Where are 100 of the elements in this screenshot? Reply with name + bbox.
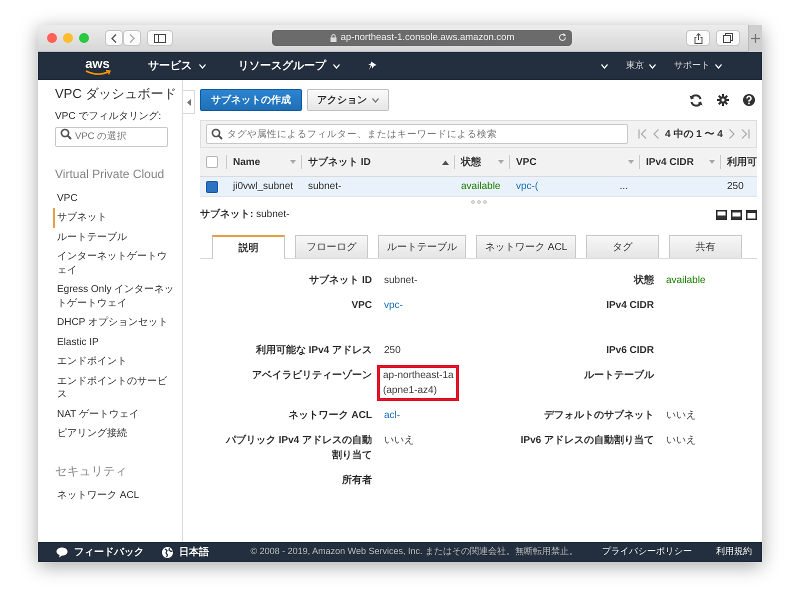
- logo[interactable]: aws: [80, 56, 115, 76]
- forward-icon: [129, 34, 135, 42]
- url-text: ap-northeast-1.console.aws.amazon.com: [340, 30, 514, 45]
- sidebar-item[interactable]: エンドポイント: [53, 352, 182, 372]
- field-value: いいえ: [666, 434, 697, 448]
- field-label: IPv6 CIDR: [605, 344, 654, 358]
- settings-icon[interactable]: [717, 94, 729, 106]
- sidebar-item[interactable]: ピアリング接続: [53, 424, 182, 444]
- address-bar[interactable]: ap-northeast-1.console.aws.amazon.com: [272, 30, 572, 46]
- sidebar-item[interactable]: Elastic IP: [53, 332, 182, 352]
- field-link[interactable]: vpc-: [384, 298, 472, 313]
- field-value: いいえ: [666, 409, 697, 423]
- field-value: available: [666, 274, 706, 288]
- field-label: 利用可能な IPv4 アドレス: [254, 344, 372, 358]
- field-label: 状態: [632, 274, 654, 288]
- field-label: パブリック IPv4 アドレスの自動割り当て: [224, 434, 372, 463]
- field-value: (apne1-az4): [383, 384, 438, 398]
- table-cell-text: ji0vwl_subnet: [233, 180, 294, 194]
- actions-button[interactable]: アクション: [307, 89, 389, 111]
- back-icon: [111, 34, 117, 42]
- caret-icon: [199, 64, 206, 68]
- nav-menu[interactable]: 東京: [626, 59, 656, 73]
- help-icon[interactable]: [743, 94, 755, 106]
- account-menu[interactable]: [601, 64, 608, 68]
- field-value: subnet-: [384, 274, 418, 288]
- column-header[interactable]: 利用可: [721, 148, 757, 176]
- field-label: デフォルトのサブネット: [543, 408, 654, 423]
- search-icon: [211, 128, 223, 140]
- caret-icon: [333, 64, 340, 68]
- layout-bottom-icon[interactable]: [716, 210, 727, 220]
- drag-handle-icon[interactable]: [470, 200, 486, 204]
- feedback-link[interactable]: フィードバック: [56, 544, 144, 560]
- column-header[interactable]: IPv4 CIDR: [640, 148, 721, 176]
- sidebar-icon: [154, 34, 166, 42]
- sidebar-item[interactable]: VPC: [53, 188, 182, 208]
- collapse-button[interactable]: [183, 90, 195, 114]
- sidebar-item[interactable]: サブネット: [53, 208, 182, 228]
- sidebar-item[interactable]: インターネットゲートウェイ: [53, 247, 182, 280]
- field-label: ルートテーブル: [583, 368, 654, 383]
- column-header[interactable]: サブネット ID: [302, 148, 455, 176]
- caret-icon: [601, 64, 608, 68]
- table-cell-text: 250: [727, 180, 744, 194]
- vpc-select[interactable]: VPC の選択: [55, 126, 168, 147]
- nav-menu[interactable]: リソースグループ: [238, 58, 340, 74]
- footer-link[interactable]: 利用規約: [716, 545, 752, 559]
- sidebar-item[interactable]: DHCP オプションセット: [53, 313, 182, 333]
- caret-icon: [372, 98, 379, 102]
- tab[interactable]: ルートテーブル: [378, 235, 466, 258]
- smile-arrow-icon: [84, 70, 110, 76]
- layout-top-icon[interactable]: [746, 210, 757, 220]
- pagination-text: 4 中の 1 〜 4: [665, 128, 723, 142]
- new-tab-button[interactable]: [748, 25, 762, 52]
- tabs-icon: [723, 33, 733, 43]
- share-button[interactable]: [686, 30, 710, 46]
- tab[interactable]: 説明: [212, 235, 285, 259]
- tab[interactable]: タグ: [586, 235, 660, 258]
- back-button[interactable]: [105, 30, 123, 46]
- tab[interactable]: ネットワーク ACL: [476, 235, 576, 258]
- caret-icon: [649, 64, 656, 68]
- copyright-text: © 2008 - 2019, Amazon Web Services, Inc. またはその関連会社。無断転用禁止。: [250, 545, 578, 558]
- sidebar-title[interactable]: VPC ダッシュボード: [55, 86, 182, 103]
- pin-icon[interactable]: [368, 61, 377, 71]
- reload-icon[interactable]: [558, 33, 567, 42]
- tab[interactable]: フローログ: [295, 235, 368, 258]
- caret-icon: [715, 64, 722, 68]
- sidebar-item[interactable]: Egress Only インターネットゲートウェイ: [53, 280, 182, 314]
- field-link[interactable]: acl-: [384, 408, 472, 423]
- nav-menu[interactable]: サービス: [148, 58, 206, 74]
- collapse-icon: [186, 98, 190, 106]
- column-header[interactable]: 状態: [455, 148, 510, 176]
- sidebar-item[interactable]: ネットワーク ACL: [53, 486, 182, 506]
- create-subnet-button[interactable]: サブネットの作成: [200, 89, 302, 111]
- layout-split-icon[interactable]: [731, 210, 742, 220]
- nav-menu[interactable]: サポート: [674, 59, 722, 73]
- sidebar-item[interactable]: ルートテーブル: [53, 228, 182, 248]
- field-value: 250: [384, 344, 402, 358]
- column-header[interactable]: Name: [227, 148, 302, 176]
- language-menu[interactable]: 日本語: [162, 544, 209, 560]
- sidebar-button[interactable]: [147, 30, 173, 46]
- table-row[interactable]: ji0vwl_subnet subnet- available vpc-( ... 250: [200, 177, 757, 197]
- row-checkbox[interactable]: [206, 180, 218, 192]
- select-all-checkbox[interactable]: [206, 156, 218, 168]
- footer-link[interactable]: プライバシーポリシー: [602, 545, 692, 559]
- field-label: IPv4 CIDR: [605, 299, 654, 313]
- sidebar-item[interactable]: エンドポイントのサービス: [53, 372, 182, 405]
- column-header[interactable]: VPC: [510, 148, 640, 176]
- tabs-button[interactable]: [716, 30, 740, 46]
- sidebar-heading: Virtual Private Cloud: [55, 166, 166, 183]
- share-icon: [694, 32, 702, 44]
- search-field[interactable]: タグや属性によるフィルター、またはキーワードによる検索: [206, 124, 628, 144]
- field-label: 所有者: [341, 474, 372, 488]
- vpc-link[interactable]: vpc-(: [516, 179, 538, 194]
- field-value: いいえ: [384, 434, 415, 448]
- filter-label: VPC でフィルタリング:: [55, 110, 162, 124]
- field-value: ap-northeast-1a: [383, 369, 454, 383]
- tab[interactable]: 共有: [669, 235, 742, 258]
- refresh-icon[interactable]: [689, 94, 703, 106]
- sidebar-item[interactable]: NAT ゲートウェイ: [53, 404, 182, 424]
- globe-icon: [162, 546, 173, 558]
- speech-bubble-icon: [56, 546, 68, 558]
